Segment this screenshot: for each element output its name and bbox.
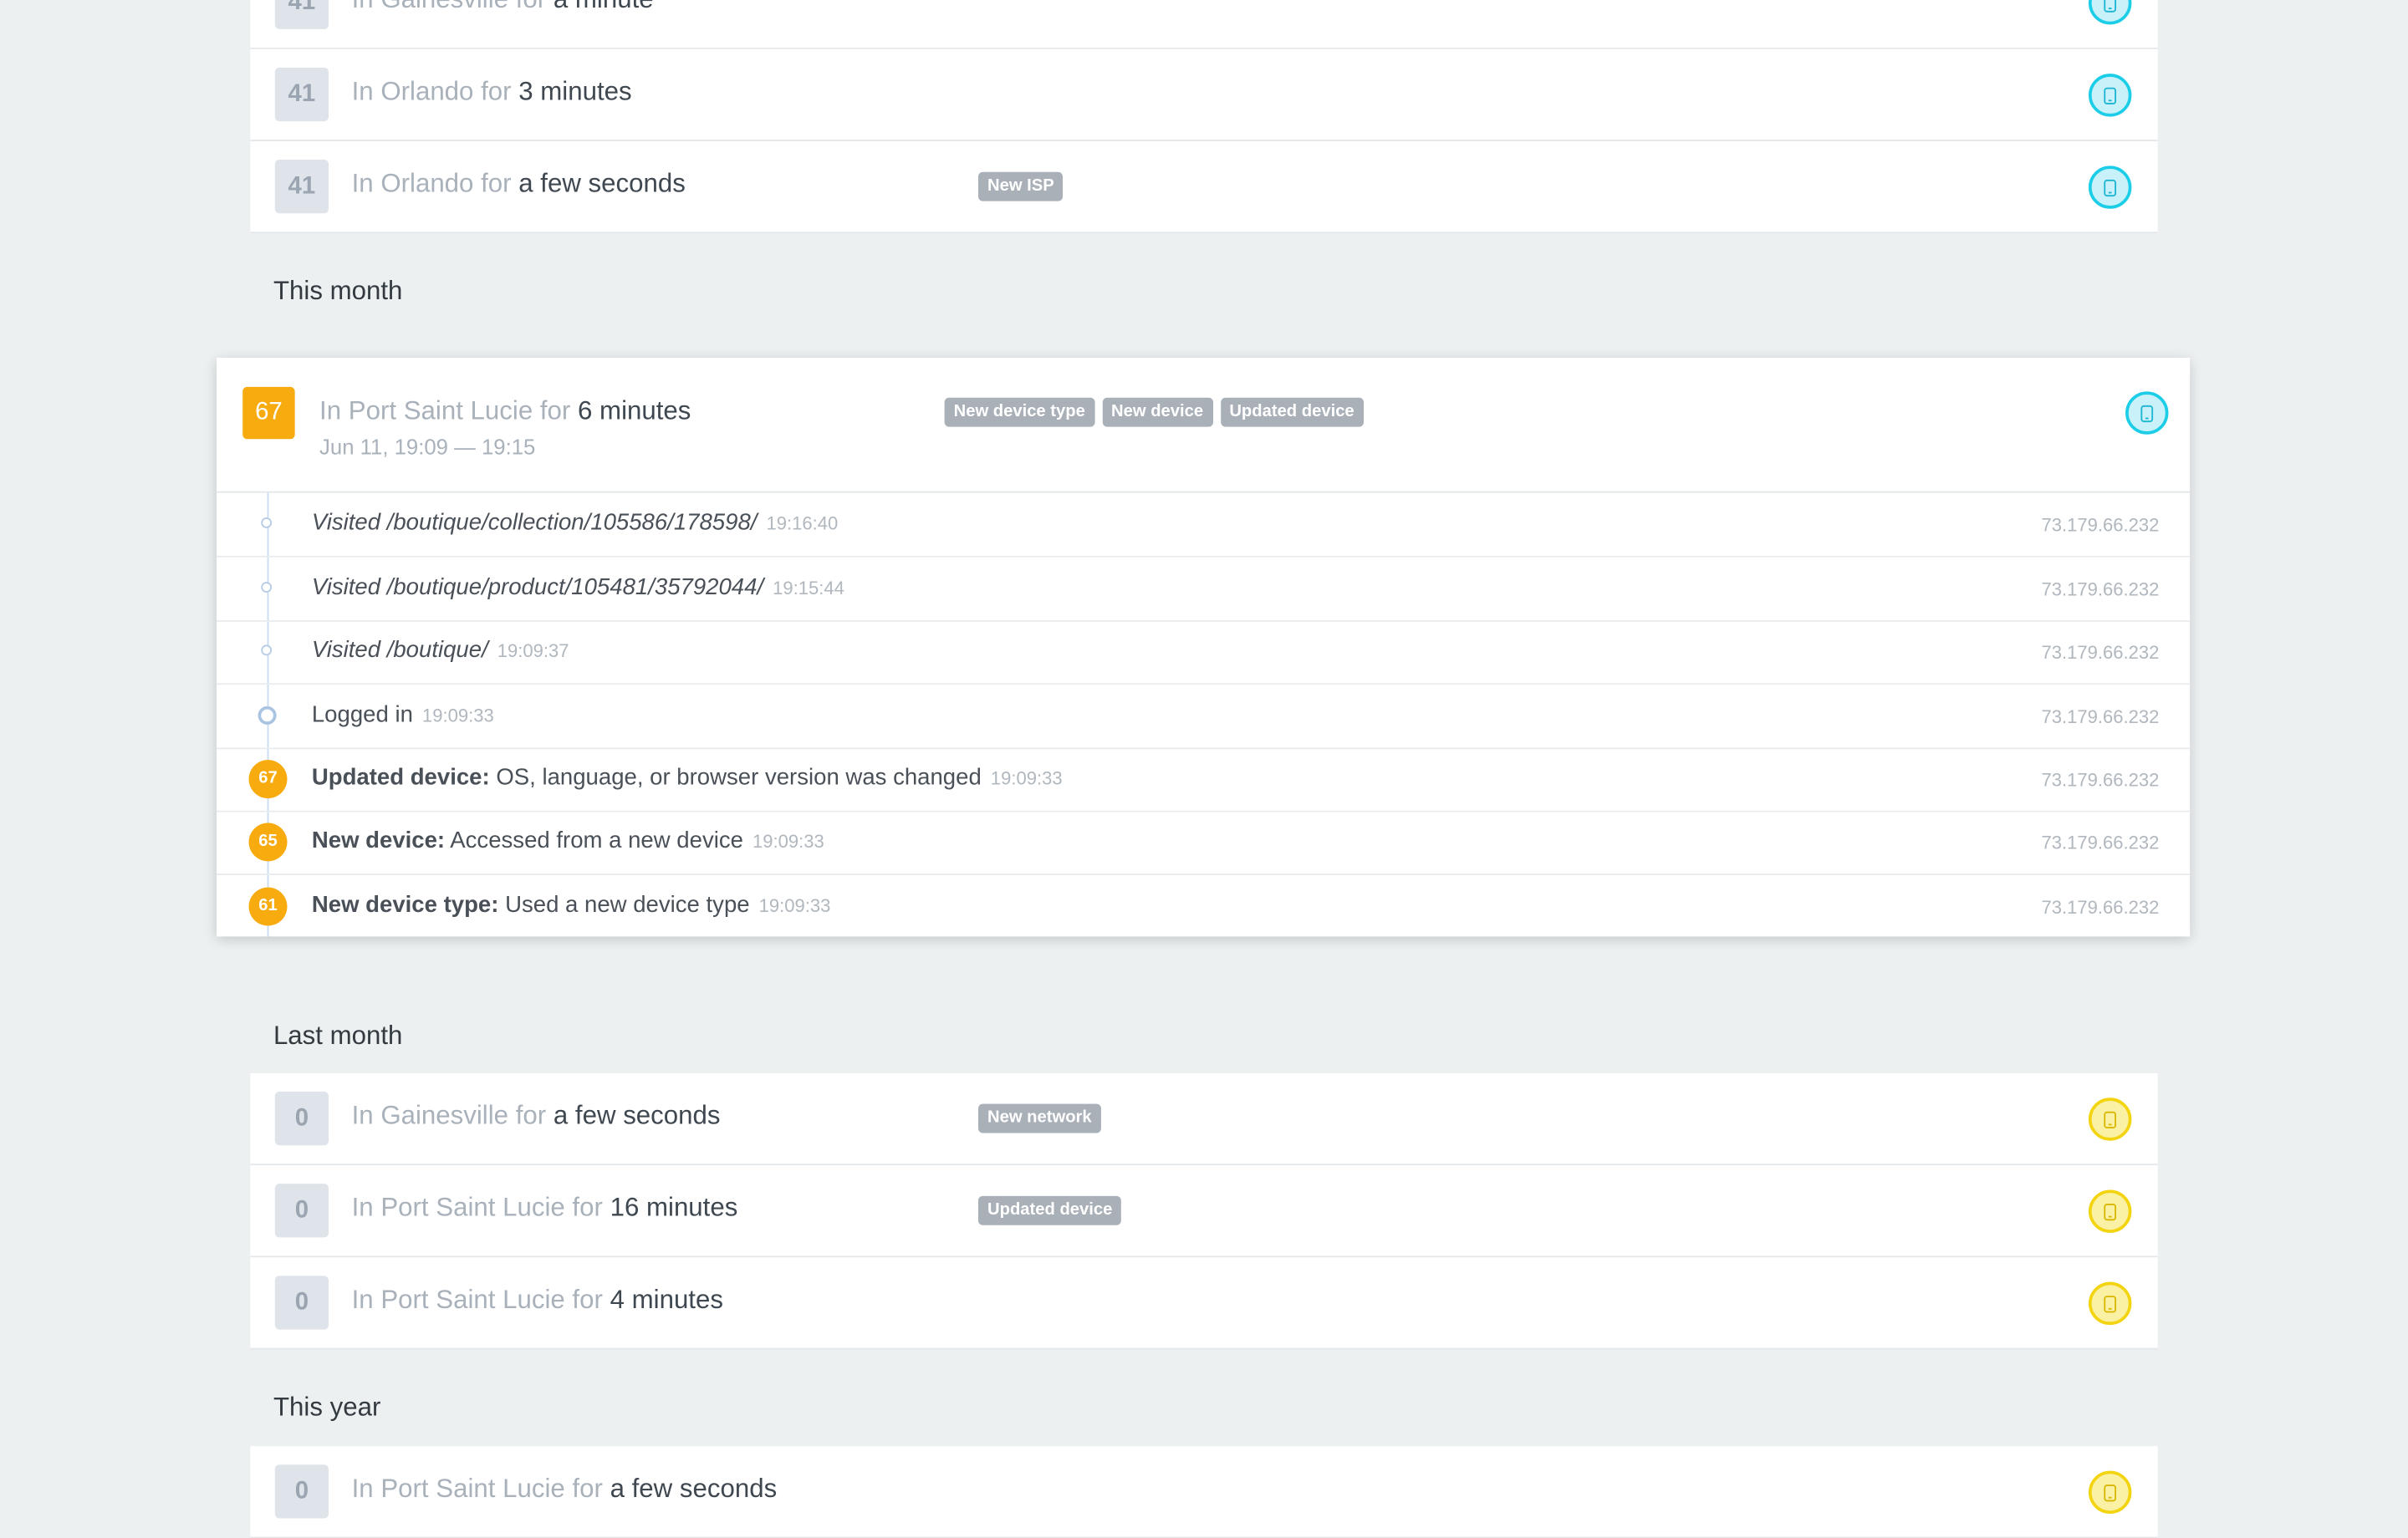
event-ip: 73.179.66.232: [2041, 514, 2160, 537]
event-row: Visited /boutique/19:09:37 73.179.66.232: [216, 620, 2191, 685]
event-text: OS, language, or browser version was cha…: [496, 764, 982, 791]
timeline-dot-icon: [261, 582, 273, 593]
device-phone-icon: [2088, 166, 2132, 209]
device-phone-icon: [2088, 1470, 2132, 1515]
tag-new-device-type: New device type: [944, 397, 1094, 427]
event-ip: 73.179.66.232: [2041, 705, 2160, 728]
event-row: 61 New device type: Used a new device ty…: [217, 875, 2190, 938]
event-time: 19:16:40: [766, 512, 839, 535]
session-row[interactable]: 0 In Port Saint Lucie for a few seconds: [250, 1446, 2158, 1538]
session-time-range: Jun 11, 19:09 — 19:15: [319, 434, 536, 460]
risk-score: 41: [274, 160, 329, 214]
session-tags: Updated device: [978, 1195, 1122, 1225]
risk-score: 0: [274, 1276, 329, 1330]
event-time: 19:09:33: [990, 767, 1063, 790]
session-row[interactable]: 0 In Gainesville for a few seconds New n…: [250, 1072, 2158, 1166]
tag-updated-device: Updated device: [978, 1195, 1122, 1225]
event-time: 19:15:44: [773, 577, 844, 599]
session-row[interactable]: 41 In Orlando for 3 minutes: [250, 48, 2158, 141]
event-ip: 73.179.66.232: [2041, 832, 2160, 854]
session-tags: New device type New device Updated devic…: [944, 397, 1364, 427]
device-phone-icon: [2088, 0, 2132, 25]
session-location: In Gainesville for a minute: [352, 0, 654, 15]
session-row[interactable]: 41 In Orlando for a few seconds New ISP: [250, 140, 2158, 234]
event-score-badge: 61: [248, 887, 288, 926]
event-time: 19:09:33: [752, 830, 824, 853]
session-row[interactable]: 0 In Port Saint Lucie for 4 minutes: [250, 1257, 2158, 1350]
event-row: 67 Updated device: OS, language, or brow…: [216, 747, 2191, 812]
event-time: 19:09:37: [497, 639, 569, 662]
section-title-last-month: Last month: [273, 1021, 403, 1051]
event-ip: 73.179.66.232: [2041, 641, 2160, 664]
device-phone-icon: [2088, 1189, 2132, 1233]
session-location: In Port Saint Lucie for 16 minutes: [351, 1193, 738, 1223]
expanded-session-card[interactable]: 67 In Port Saint Lucie for 6 minutes Jun…: [216, 357, 2191, 938]
session-location: In Port Saint Lucie for 6 minutes: [319, 395, 691, 425]
tag-new-device: New device: [1102, 397, 1213, 427]
event-row: 65 New device: Accessed from a new devic…: [216, 811, 2191, 875]
section-title-this-month: This month: [273, 276, 403, 306]
event-text: Accessed from a new device: [450, 828, 743, 854]
session-tags: New ISP: [978, 171, 1064, 201]
event-ip: 73.179.66.232: [2041, 578, 2160, 601]
tag-new-network: New network: [978, 1103, 1101, 1133]
event-text: Logged in: [311, 701, 413, 728]
event-time: 19:09:33: [758, 894, 831, 917]
event-score-badge: 67: [248, 760, 288, 799]
session-location: In Orlando for a few seconds: [351, 169, 686, 198]
session-location: In Port Saint Lucie for a few seconds: [351, 1474, 778, 1504]
event-label: Updated device:: [311, 764, 490, 791]
device-phone-icon: [2088, 1281, 2132, 1326]
login-dot-icon: [258, 705, 277, 725]
session-tags: New network: [978, 1103, 1101, 1133]
risk-score: 41: [274, 67, 329, 122]
tag-new-isp: New ISP: [978, 171, 1064, 201]
device-phone-icon: [2088, 1097, 2132, 1141]
event-row: Logged in 19:09:33 73.179.66.232: [216, 685, 2191, 750]
risk-score: 41: [274, 0, 329, 29]
event-row: Visited /boutique/collection/105586/1785…: [216, 493, 2191, 558]
session-location: In Gainesville for a few seconds: [351, 1100, 721, 1130]
event-row: Visited /boutique/product/105481/3579204…: [216, 558, 2191, 622]
event-label: New device:: [311, 828, 446, 854]
risk-score: 0: [274, 1091, 329, 1146]
event-ip: 73.179.66.232: [2041, 769, 2160, 791]
session-row[interactable]: 41 In Gainesville for a minute: [250, 0, 2158, 49]
timeline-dot-icon: [261, 517, 273, 528]
session-row[interactable]: 0 In Port Saint Lucie for 16 minutes Upd…: [250, 1165, 2158, 1258]
event-time: 19:09:33: [421, 705, 494, 726]
risk-score: 0: [274, 1184, 329, 1238]
device-phone-icon: [2088, 74, 2132, 117]
event-score-badge: 65: [248, 822, 288, 862]
session-location: In Port Saint Lucie for 4 minutes: [351, 1285, 723, 1315]
risk-score: 67: [242, 386, 295, 440]
event-label: New device type:: [311, 892, 499, 919]
device-phone-icon: [2125, 391, 2169, 435]
risk-score: 0: [274, 1464, 329, 1519]
session-header[interactable]: 67 In Port Saint Lucie for 6 minutes Jun…: [216, 358, 2191, 493]
event-text: Visited /boutique/: [311, 637, 488, 664]
session-location: In Orlando for 3 minutes: [351, 76, 632, 106]
tag-updated-device: Updated device: [1220, 397, 1364, 427]
event-ip: 73.179.66.232: [2041, 896, 2160, 919]
section-title-this-year: This year: [273, 1392, 381, 1422]
timeline-dot-icon: [261, 644, 273, 656]
event-text: Visited /boutique/product/105481/3579204…: [311, 573, 764, 601]
event-text: Visited /boutique/collection/105586/1785…: [311, 509, 758, 537]
event-text: Used a new device type: [505, 892, 750, 919]
